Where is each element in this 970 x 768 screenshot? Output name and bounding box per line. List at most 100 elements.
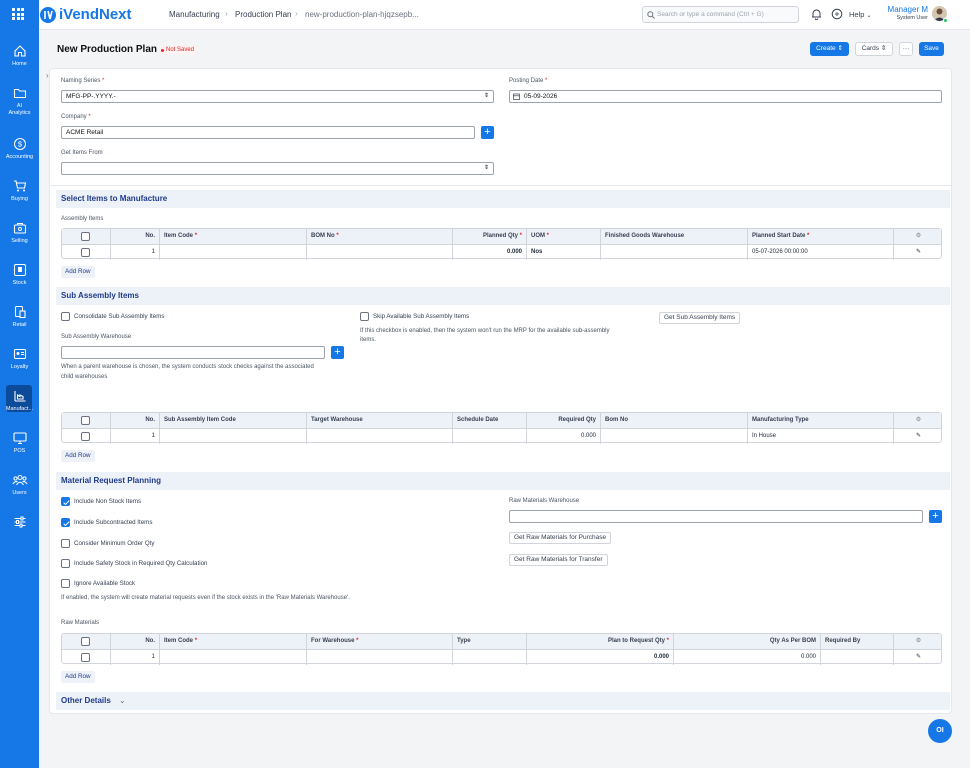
add-company-button[interactable]: + — [481, 126, 494, 139]
posting-date-field[interactable]: 05-09-2026 — [509, 90, 942, 103]
edit-row-icon[interactable]: ✎ — [893, 650, 943, 665]
cell-uom[interactable]: Nos — [526, 245, 600, 260]
sub-assembly-warehouse-field[interactable] — [61, 346, 325, 359]
safety-stock-checkbox[interactable] — [61, 559, 70, 568]
col-no: No. — [110, 634, 159, 649]
min-order-qty-checkbox[interactable] — [61, 539, 70, 548]
cell-fg-warehouse[interactable] — [600, 245, 747, 260]
add-row-button[interactable]: Add Row — [61, 450, 95, 462]
col-required-qty: Required Qty — [526, 413, 600, 428]
cell-plan-to-request-qty[interactable]: 0.000 — [526, 650, 673, 665]
search-input[interactable]: Search or type a command (Ctrl + G) — [642, 6, 799, 23]
ignore-available-stock-checkbox[interactable] — [61, 579, 70, 588]
table-row[interactable]: 1 0.000 Nos 05-07-2026 00:00:00 ✎ — [62, 244, 943, 260]
get-raw-materials-transfer-button[interactable]: Get Raw Materials for Transfer — [509, 554, 608, 566]
naming-series-select[interactable]: MFG-PP-.YYYY.- ⇕ — [61, 90, 494, 103]
row-checkbox[interactable] — [81, 653, 90, 662]
add-row-button[interactable]: Add Row — [61, 671, 95, 683]
add-raw-warehouse-button[interactable]: + — [929, 510, 942, 523]
more-options-button[interactable]: ··· — [899, 42, 913, 56]
expand-chevron-icon[interactable]: › — [46, 71, 49, 80]
add-warehouse-button[interactable]: + — [331, 346, 344, 359]
include-non-stock-checkbox[interactable] — [61, 497, 70, 506]
sidebar-item-stock[interactable]: Stock — [0, 263, 39, 287]
select-all-checkbox[interactable] — [81, 637, 90, 646]
table-row[interactable]: 1 0.000 In House ✎ — [62, 428, 943, 444]
settings-gear-icon[interactable]: ⚙ — [893, 413, 943, 428]
col-bom-no: Bom No — [600, 413, 747, 428]
skip-available-checkbox[interactable] — [360, 312, 369, 321]
get-raw-materials-purchase-button[interactable]: Get Raw Materials for Purchase — [509, 532, 612, 544]
cell-item-code[interactable] — [159, 245, 306, 260]
section-select-items[interactable]: Select Items to Manufacture — [56, 190, 950, 208]
cell-bom-no[interactable] — [600, 429, 747, 444]
app-logo-text[interactable]: iVendNext — [59, 6, 132, 23]
assistant-fab-button[interactable]: OI — [928, 719, 952, 743]
sidebar-item-settings[interactable] — [0, 515, 39, 529]
sidebar-item-users[interactable]: Users — [0, 473, 39, 497]
cell-type[interactable] — [452, 650, 526, 665]
breadcrumb-manufacturing[interactable]: Manufacturing — [169, 10, 220, 19]
sidebar-item-manufacturing[interactable]: Manufact... — [0, 385, 39, 413]
row-checkbox[interactable] — [81, 248, 90, 257]
sidebar-item-ai-analytics[interactable]: AI Analytics — [0, 86, 39, 117]
sidebar-item-home[interactable]: Home — [0, 44, 39, 68]
section-sub-assembly[interactable]: Sub Assembly Items — [56, 287, 950, 305]
save-button[interactable]: Save — [919, 42, 944, 56]
add-row-button[interactable]: Add Row — [61, 266, 95, 278]
edit-row-icon[interactable]: ✎ — [893, 429, 943, 444]
edit-row-icon[interactable]: ✎ — [893, 245, 943, 260]
chevron-down-icon: ⌄ — [866, 13, 872, 19]
select-all-checkbox[interactable] — [81, 232, 90, 241]
dollar-icon: $ — [13, 137, 26, 151]
company-field[interactable]: ACME Retail — [61, 126, 475, 139]
breadcrumb-production-plan[interactable]: Production Plan — [235, 10, 291, 19]
sidebar-item-loyalty[interactable]: Loyalty — [0, 347, 39, 371]
bell-icon[interactable] — [811, 8, 822, 20]
raw-materials-warehouse-field[interactable] — [509, 510, 923, 523]
updown-icon: ⇕ — [837, 45, 843, 52]
cell-schedule-date[interactable] — [452, 429, 526, 444]
get-sub-assembly-items-button[interactable]: Get Sub Assembly Items — [659, 312, 741, 324]
assembly-items-label: Assembly Items — [61, 216, 104, 222]
user-name[interactable]: Manager M — [884, 5, 928, 14]
get-items-from-select[interactable]: ⇕ — [61, 162, 494, 175]
cell-bom-no[interactable] — [306, 245, 452, 260]
row-checkbox[interactable] — [81, 432, 90, 441]
cell-for-warehouse[interactable] — [306, 650, 452, 665]
selling-icon — [13, 222, 26, 234]
sidebar-item-buying[interactable]: Buying — [0, 179, 39, 203]
cell-qty-as-per-bom[interactable]: 0.000 — [673, 650, 820, 665]
consolidate-checkbox[interactable] — [61, 312, 70, 321]
sidebar-item-retail[interactable]: Retail — [0, 305, 39, 329]
cell-planned-start-date[interactable]: 05-07-2026 00:00:00 — [747, 245, 893, 260]
select-all-checkbox[interactable] — [81, 416, 90, 425]
cell-manufacturing-type[interactable]: In House — [747, 429, 893, 444]
posting-date-value: 05-09-2026 — [524, 93, 558, 100]
sidebar-item-label: Retail — [12, 322, 27, 328]
skip-available-label: Skip Available Sub Assembly Items — [373, 313, 470, 320]
help-menu[interactable]: Help ⌄ — [849, 10, 872, 19]
cell-target-warehouse[interactable] — [306, 429, 452, 444]
section-material-request[interactable]: Material Request Planning — [56, 472, 950, 490]
logo-icon — [40, 7, 56, 23]
create-button[interactable]: Create ⇕ — [810, 42, 849, 56]
include-subcontracted-checkbox[interactable] — [61, 518, 70, 527]
sidebar-item-accounting[interactable]: $ Accounting — [0, 137, 39, 161]
apps-grid-icon[interactable] — [12, 8, 24, 20]
settings-gear-icon[interactable]: ⚙ — [893, 229, 943, 244]
cards-button[interactable]: Cards ⇕ — [855, 42, 893, 56]
table-row[interactable]: 1 0.000 0.000 ✎ — [62, 649, 943, 665]
section-other-details[interactable]: Other Details ⌄ — [56, 692, 950, 710]
cell-item-code[interactable] — [159, 429, 306, 444]
cell-required-by[interactable] — [820, 650, 893, 665]
sidebar-item-selling[interactable]: Selling — [0, 221, 39, 245]
sidebar-item-pos[interactable]: POS — [0, 431, 39, 455]
cart-icon — [13, 180, 26, 192]
cell-planned-qty[interactable]: 0.000 — [452, 245, 526, 260]
select-all-cell — [62, 634, 110, 649]
cell-item-code[interactable] — [159, 650, 306, 665]
settings-gear-icon[interactable]: ⚙ — [893, 634, 943, 649]
chat-icon[interactable] — [831, 8, 843, 20]
cell-required-qty[interactable]: 0.000 — [526, 429, 600, 444]
